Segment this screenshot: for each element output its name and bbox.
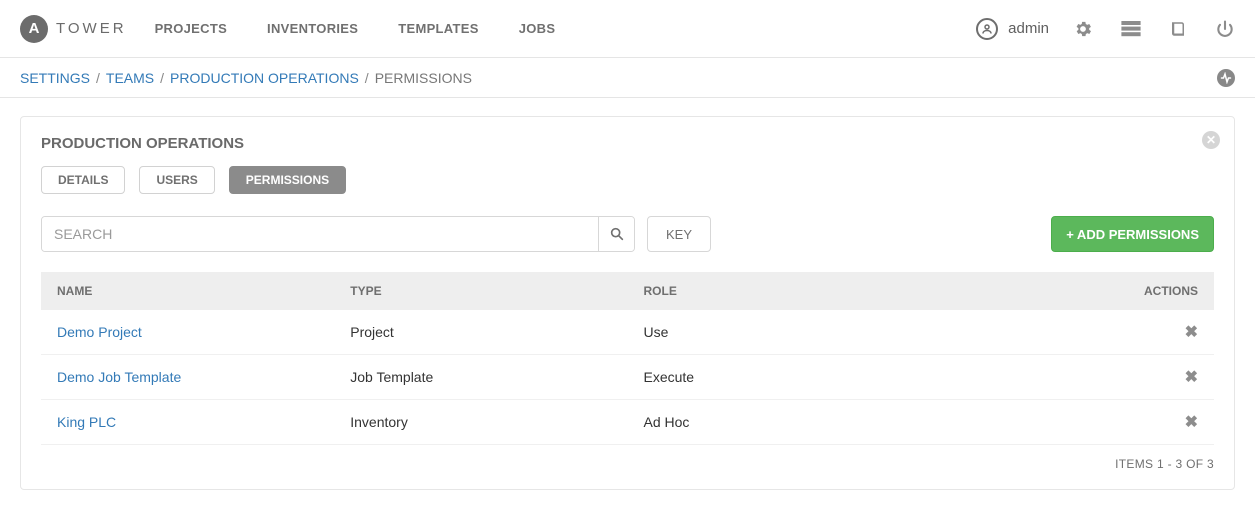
col-type[interactable]: TYPE [334, 272, 627, 310]
team-panel: ✕ PRODUCTION OPERATIONS DETAILS USERS PE… [20, 116, 1235, 490]
perm-role: Execute [628, 355, 1097, 400]
delete-icon[interactable]: ✖ [1185, 414, 1198, 431]
breadcrumb-teams[interactable]: TEAMS [106, 70, 154, 86]
perm-role: Ad Hoc [628, 400, 1097, 445]
breadcrumb-sep: / [96, 70, 100, 86]
search-wrap [41, 216, 635, 252]
user-menu[interactable]: admin [976, 18, 1049, 40]
perm-type: Project [334, 310, 627, 355]
search-input[interactable] [42, 217, 598, 251]
brand-logo-icon: A [20, 15, 48, 43]
table-row: Demo Project Project Use ✖ [41, 310, 1214, 355]
toolbar: KEY + ADD PERMISSIONS [41, 216, 1214, 252]
nav-inventories[interactable]: INVENTORIES [267, 21, 358, 36]
add-permissions-button[interactable]: + ADD PERMISSIONS [1051, 216, 1214, 252]
breadcrumb-row: SETTINGS / TEAMS / PRODUCTION OPERATIONS… [0, 58, 1255, 98]
breadcrumb-team-name[interactable]: PRODUCTION OPERATIONS [170, 70, 359, 86]
top-navbar: A TOWER PROJECTS INVENTORIES TEMPLATES J… [0, 0, 1255, 58]
docs-icon[interactable] [1169, 20, 1187, 38]
permissions-table: NAME TYPE ROLE ACTIONS Demo Project Proj… [41, 272, 1214, 445]
delete-icon[interactable]: ✖ [1185, 369, 1198, 386]
portal-icon[interactable] [1121, 21, 1141, 37]
perm-name-link[interactable]: Demo Project [57, 324, 142, 340]
activity-stream-icon[interactable] [1217, 69, 1235, 87]
breadcrumb: SETTINGS / TEAMS / PRODUCTION OPERATIONS… [20, 70, 472, 86]
nav-links: PROJECTS INVENTORIES TEMPLATES JOBS [155, 21, 556, 36]
nav-projects[interactable]: PROJECTS [155, 21, 227, 36]
perm-name-link[interactable]: Demo Job Template [57, 369, 181, 385]
breadcrumb-sep: / [160, 70, 164, 86]
tab-details[interactable]: DETAILS [41, 166, 125, 194]
panel-tabs: DETAILS USERS PERMISSIONS [41, 166, 1214, 194]
gear-icon[interactable] [1073, 19, 1093, 39]
col-name[interactable]: NAME [41, 272, 334, 310]
breadcrumb-sep: / [365, 70, 369, 86]
perm-role: Use [628, 310, 1097, 355]
pager-text: ITEMS 1 - 3 OF 3 [41, 457, 1214, 471]
breadcrumb-current: PERMISSIONS [375, 70, 472, 86]
workspace: ✕ PRODUCTION OPERATIONS DETAILS USERS PE… [0, 98, 1255, 520]
panel-title: PRODUCTION OPERATIONS [41, 135, 1214, 152]
user-name: admin [1008, 20, 1049, 37]
brand-name: TOWER [56, 20, 127, 37]
delete-icon[interactable]: ✖ [1185, 324, 1198, 341]
close-icon[interactable]: ✕ [1202, 131, 1220, 149]
nav-jobs[interactable]: JOBS [519, 21, 556, 36]
perm-name-link[interactable]: King PLC [57, 414, 116, 430]
power-icon[interactable] [1215, 19, 1235, 39]
nav-templates[interactable]: TEMPLATES [398, 21, 478, 36]
tab-permissions[interactable]: PERMISSIONS [229, 166, 346, 194]
table-row: Demo Job Template Job Template Execute ✖ [41, 355, 1214, 400]
nav-icon-group [1073, 19, 1235, 39]
table-header-row: NAME TYPE ROLE ACTIONS [41, 272, 1214, 310]
perm-type: Job Template [334, 355, 627, 400]
search-button[interactable] [598, 217, 634, 251]
col-role[interactable]: ROLE [628, 272, 1097, 310]
table-row: King PLC Inventory Ad Hoc ✖ [41, 400, 1214, 445]
brand[interactable]: A TOWER [20, 15, 127, 43]
key-button[interactable]: KEY [647, 216, 711, 252]
perm-type: Inventory [334, 400, 627, 445]
search-icon [609, 226, 625, 242]
tab-users[interactable]: USERS [139, 166, 214, 194]
col-actions: ACTIONS [1097, 272, 1214, 310]
breadcrumb-settings[interactable]: SETTINGS [20, 70, 90, 86]
user-icon [976, 18, 998, 40]
